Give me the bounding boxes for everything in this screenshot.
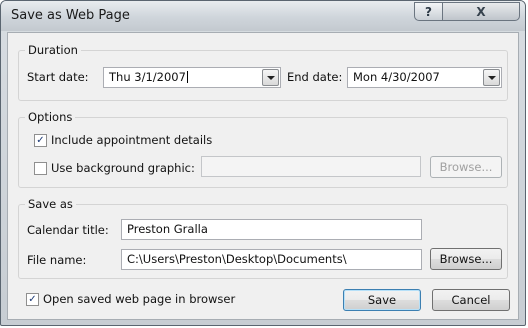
end-date-dropdown-button[interactable]: [483, 69, 500, 86]
calendar-title-value: Preston Gralla: [127, 222, 208, 236]
title-bar[interactable]: Save as Web Page ? X: [1, 1, 525, 31]
save-as-web-page-dialog: Save as Web Page ? X Duration Start date…: [0, 0, 526, 326]
file-name-label: File name:: [27, 253, 87, 267]
start-date-combo[interactable]: Thu 3/1/2007: [103, 67, 281, 88]
options-group-label: Options: [25, 110, 76, 124]
checkmark-icon: ✓: [28, 293, 37, 305]
save-button[interactable]: Save: [343, 289, 421, 311]
help-button[interactable]: ?: [414, 2, 442, 21]
options-group: Options ✓ Include appointment details Us…: [18, 110, 508, 188]
cancel-button[interactable]: Cancel: [432, 289, 510, 311]
close-icon: X: [476, 4, 486, 19]
dialog-title: Save as Web Page: [11, 8, 130, 23]
file-browse-button[interactable]: Browse...: [430, 248, 502, 270]
background-graphic-checkbox[interactable]: [34, 162, 47, 175]
start-date-dropdown-button[interactable]: [262, 69, 279, 86]
save-as-group: Save as Calendar title: Preston Gralla F…: [18, 197, 508, 279]
checkmark-icon: ✓: [36, 134, 45, 146]
text-cursor: [186, 71, 188, 83]
open-in-browser-checkbox[interactable]: ✓: [26, 293, 39, 306]
chevron-down-icon: [266, 75, 275, 80]
include-details-label[interactable]: Include appointment details: [51, 133, 212, 147]
background-graphic-field: [201, 156, 421, 177]
save-button-label: Save: [367, 293, 397, 307]
chevron-down-icon: [487, 75, 496, 80]
file-browse-label: Browse...: [439, 252, 493, 266]
open-in-browser-label[interactable]: Open saved web page in browser: [43, 292, 235, 306]
background-graphic-label[interactable]: Use background graphic:: [51, 161, 195, 175]
end-date-value: Mon 4/30/2007: [353, 70, 440, 84]
end-date-label: End date:: [287, 70, 343, 84]
close-button[interactable]: X: [442, 2, 520, 21]
dialog-body: Duration Start date: Thu 3/1/2007 End da…: [7, 32, 519, 320]
file-name-value: C:\Users\Preston\Desktop\Documents\: [127, 252, 347, 266]
save-as-group-label: Save as: [25, 197, 76, 211]
background-browse-button: Browse...: [430, 156, 502, 178]
file-name-input[interactable]: C:\Users\Preston\Desktop\Documents\: [121, 249, 422, 270]
start-date-label: Start date:: [27, 70, 89, 84]
cancel-button-label: Cancel: [451, 293, 491, 307]
end-date-combo[interactable]: Mon 4/30/2007: [347, 67, 502, 88]
duration-group: Duration Start date: Thu 3/1/2007 End da…: [18, 43, 508, 101]
background-browse-label: Browse...: [439, 160, 493, 174]
duration-group-label: Duration: [25, 43, 81, 57]
calendar-title-input[interactable]: Preston Gralla: [121, 219, 422, 240]
help-icon: ?: [425, 4, 432, 19]
include-details-checkbox[interactable]: ✓: [34, 134, 47, 147]
calendar-title-label: Calendar title:: [27, 223, 109, 237]
start-date-value: Thu 3/1/2007: [109, 70, 186, 84]
